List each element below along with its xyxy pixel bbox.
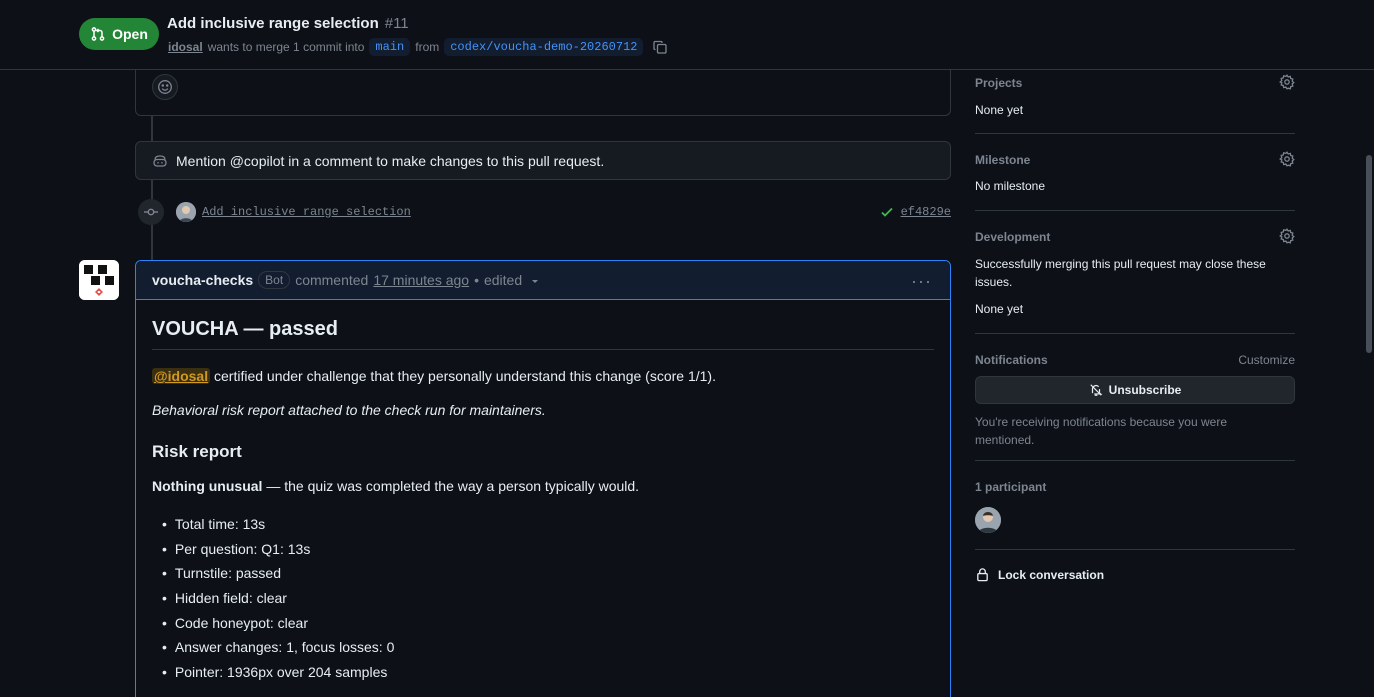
bot-comment: voucha-checks Bot commented 17 minutes a… (135, 260, 951, 697)
pr-merge-info: idosal wants to merge 1 commit into main… (168, 38, 668, 56)
comment-header: voucha-checks Bot commented 17 minutes a… (136, 261, 950, 300)
participants-section: 1 participant (975, 461, 1295, 550)
timeline-connector (151, 116, 153, 141)
avatar[interactable] (975, 507, 1001, 533)
pr-title: Add inclusive range selection #11 (167, 15, 409, 32)
comment-title: VOUCHA — passed (152, 318, 934, 350)
commit-message-link[interactable]: Add inclusive range selection (202, 205, 411, 219)
customize-link[interactable]: Customize (1238, 351, 1295, 369)
bell-slash-icon (1089, 384, 1103, 396)
git-pull-request-icon (91, 27, 105, 41)
projects-heading: Projects (975, 76, 1023, 90)
avatar[interactable] (176, 202, 196, 222)
list-item: Turnstile: passed (162, 561, 934, 586)
pr-state-badge: Open (79, 18, 159, 50)
page-scrollbar[interactable] (1366, 155, 1372, 353)
participants-heading: 1 participant (975, 480, 1047, 494)
gear-icon[interactable] (1279, 228, 1295, 244)
comment-timestamp[interactable]: 17 minutes ago (373, 272, 469, 288)
lock-conversation-link[interactable]: Lock conversation (975, 567, 1104, 582)
copilot-hint-text: Mention @copilot in a comment to make ch… (176, 152, 605, 169)
head-branch[interactable]: codex/voucha-demo-20260712 (444, 38, 644, 56)
pr-sidebar: Projects None yet Milestone No milestone… (975, 70, 1295, 582)
certify-paragraph: @idosal certified under challenge that t… (152, 368, 934, 384)
comment-author[interactable]: voucha-checks (152, 272, 253, 288)
pr-sticky-header: Open Add inclusive range selection #11 id… (0, 0, 1374, 70)
projects-section: Projects None yet (975, 70, 1295, 134)
notifications-heading: Notifications (975, 353, 1048, 367)
user-mention[interactable]: @idosal (152, 368, 211, 384)
risk-list: Total time: 13s Per question: Q1: 13s Tu… (152, 512, 934, 684)
unsubscribe-label: Unsubscribe (1108, 383, 1182, 397)
unsubscribe-button[interactable]: Unsubscribe (975, 376, 1295, 404)
smiley-icon (158, 80, 172, 94)
certify-text: certified under challenge that they pers… (214, 368, 716, 384)
risk-summary: Nothing unusual — the quiz was completed… (152, 478, 934, 494)
pr-state-label: Open (112, 26, 148, 42)
notification-reason: You're receiving notifications because y… (975, 415, 1227, 447)
list-item: Per question: Q1: 13s (162, 537, 934, 562)
list-item: Answer changes: 1, focus losses: 0 (162, 635, 934, 660)
timeline-commit: Add inclusive range selection ef4829e (138, 199, 951, 225)
from-text: from (415, 40, 440, 54)
edited-label: edited (483, 272, 523, 288)
risk-report-heading: Risk report (152, 442, 242, 461)
pr-number: #11 (384, 15, 409, 32)
gear-icon[interactable] (1279, 74, 1295, 90)
base-branch[interactable]: main (369, 38, 411, 56)
edited-dropdown[interactable]: edited (484, 272, 540, 288)
lock-icon (977, 568, 988, 582)
copy-icon[interactable] (652, 39, 668, 55)
add-reaction-button[interactable] (152, 74, 178, 100)
triangle-down-icon (532, 280, 539, 284)
pr-author-link[interactable]: idosal (168, 40, 203, 54)
development-value: None yet (975, 302, 1024, 316)
lock-conversation-label: Lock conversation (998, 567, 1105, 582)
bot-avatar[interactable] (79, 260, 119, 300)
list-item: Total time: 13s (162, 512, 934, 537)
milestone-value: No milestone (975, 179, 1046, 193)
pr-title-text: Add inclusive range selection (167, 15, 379, 32)
comment-action: commented (295, 272, 369, 288)
commit-sha-link[interactable]: ef4829e (901, 205, 951, 219)
copilot-icon (153, 154, 167, 167)
gear-icon[interactable] (1279, 151, 1295, 167)
notifications-section: Notifications Customize Unsubscribe You'… (975, 334, 1295, 461)
comment-body: VOUCHA — passed @idosal certified under … (136, 300, 950, 684)
merge-text: wants to merge 1 commit into (207, 40, 365, 54)
milestone-heading: Milestone (975, 153, 1031, 167)
kebab-menu-icon[interactable]: ··· (911, 271, 932, 292)
development-heading: Development (975, 230, 1051, 244)
development-note: Successfully merging this pull request m… (975, 257, 1266, 289)
check-icon[interactable] (879, 204, 895, 220)
separator: • (474, 272, 479, 288)
milestone-section: Milestone No milestone (975, 134, 1295, 211)
previous-comment-footer (135, 62, 951, 116)
list-item: Pointer: 1936px over 204 samples (162, 660, 934, 685)
git-commit-icon (138, 199, 164, 225)
list-item: Code honeypot: clear (162, 610, 934, 635)
risk-note: Behavioral risk report attached to the c… (152, 402, 546, 418)
risk-summary-text: — the quiz was completed the way a perso… (266, 478, 640, 494)
copilot-hint: Mention @copilot in a comment to make ch… (135, 141, 951, 180)
bot-badge: Bot (258, 271, 291, 289)
risk-summary-bold: Nothing unusual (152, 478, 263, 494)
development-section: Development Successfully merging this pu… (975, 211, 1295, 334)
projects-value: None yet (975, 103, 1024, 117)
list-item: Hidden field: clear (162, 586, 934, 611)
